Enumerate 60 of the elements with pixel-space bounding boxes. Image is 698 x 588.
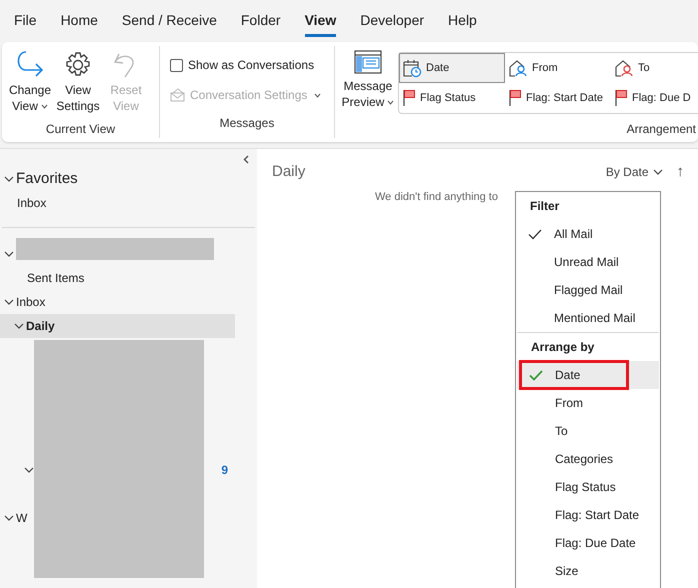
menu-item[interactable]: Mentioned Mail xyxy=(516,304,660,332)
menu-item[interactable]: All Mail xyxy=(516,220,660,248)
menu-section-title: Filter xyxy=(529,198,560,215)
chevron-down-icon[interactable] xyxy=(14,321,24,331)
menu-item[interactable]: Flag: Start Date xyxy=(517,501,659,529)
empty-list-message: We didn't find anything to xyxy=(374,190,499,205)
favorites-header[interactable]: Favorites xyxy=(0,167,257,191)
ribbon-tab[interactable]: Developer xyxy=(360,5,424,37)
flag-icon xyxy=(402,89,416,107)
ribbon-tab[interactable]: Send / Receive xyxy=(122,5,217,37)
unread-count: 9 xyxy=(221,462,228,479)
menu-item[interactable]: Size xyxy=(517,557,659,585)
arrange-option[interactable]: Flag: Due D xyxy=(611,83,698,113)
arrange-option[interactable]: To xyxy=(611,53,698,83)
message-preview-button[interactable]: Message Preview xyxy=(339,46,397,118)
menu-item[interactable]: Unread Mail xyxy=(516,248,660,276)
menu-item[interactable]: Date xyxy=(517,361,659,389)
ribbon-tab[interactable]: Home xyxy=(60,5,98,37)
menu-item[interactable]: Categories xyxy=(517,445,659,473)
ribbon-tab[interactable]: View xyxy=(304,5,336,37)
chevron-down-icon[interactable] xyxy=(652,167,662,177)
ribbon-button[interactable]: View Settings xyxy=(56,50,100,118)
chevron-down-icon[interactable] xyxy=(4,174,14,184)
ribbon-tab[interactable]: Folder xyxy=(240,5,281,37)
folder-item[interactable]: Inbox xyxy=(0,191,257,215)
ribbon-tab[interactable]: File xyxy=(14,5,37,37)
menu-section-title: Arrange by xyxy=(530,339,596,356)
sort-direction-arrow[interactable]: ↑ xyxy=(676,160,684,184)
folder-item[interactable]: W xyxy=(16,509,28,527)
arrange-option[interactable]: Date xyxy=(399,53,505,83)
menu-item[interactable]: Flagged Mail xyxy=(516,276,660,304)
caret-icon xyxy=(40,104,48,110)
collapse-chevron-icon[interactable] xyxy=(243,155,249,164)
group-label: Current View xyxy=(44,121,116,138)
arrange-option[interactable]: Flag Status xyxy=(399,83,505,113)
calendar-clock-icon xyxy=(402,58,422,78)
chevron-down-icon[interactable] xyxy=(4,297,14,307)
chevron-down-icon[interactable] xyxy=(4,249,14,259)
group-label: Messages xyxy=(218,115,276,132)
sort-dropdown[interactable]: By Date xyxy=(606,163,662,181)
menu-item[interactable]: From xyxy=(517,389,659,417)
flag-icon xyxy=(614,89,628,107)
folder-item[interactable]: Inbox xyxy=(0,290,235,314)
show-conversations-checkbox[interactable]: Show as Conversations xyxy=(170,56,324,74)
folder-item[interactable]: Daily xyxy=(0,314,235,338)
folder-item[interactable]: Sent Items xyxy=(0,266,235,290)
chevron-down-icon[interactable] xyxy=(4,513,14,523)
caret-icon xyxy=(314,92,322,98)
chevron-down-icon[interactable] xyxy=(24,465,34,475)
group-label: Arrangement xyxy=(626,121,697,138)
flag-icon xyxy=(508,89,522,107)
arrange-option[interactable]: From xyxy=(505,53,611,83)
ribbon-tab[interactable]: Help xyxy=(448,5,477,37)
caret-icon xyxy=(387,100,394,106)
menu-item[interactable]: Flag: Due Date xyxy=(517,529,659,557)
menu-item[interactable]: Flag Status xyxy=(517,473,659,501)
folder-title: Daily xyxy=(272,162,306,182)
menu-item[interactable]: To xyxy=(517,417,659,445)
arrange-option[interactable]: Flag: Start Date xyxy=(505,83,611,113)
ribbon-button[interactable]: Change View xyxy=(8,50,52,118)
